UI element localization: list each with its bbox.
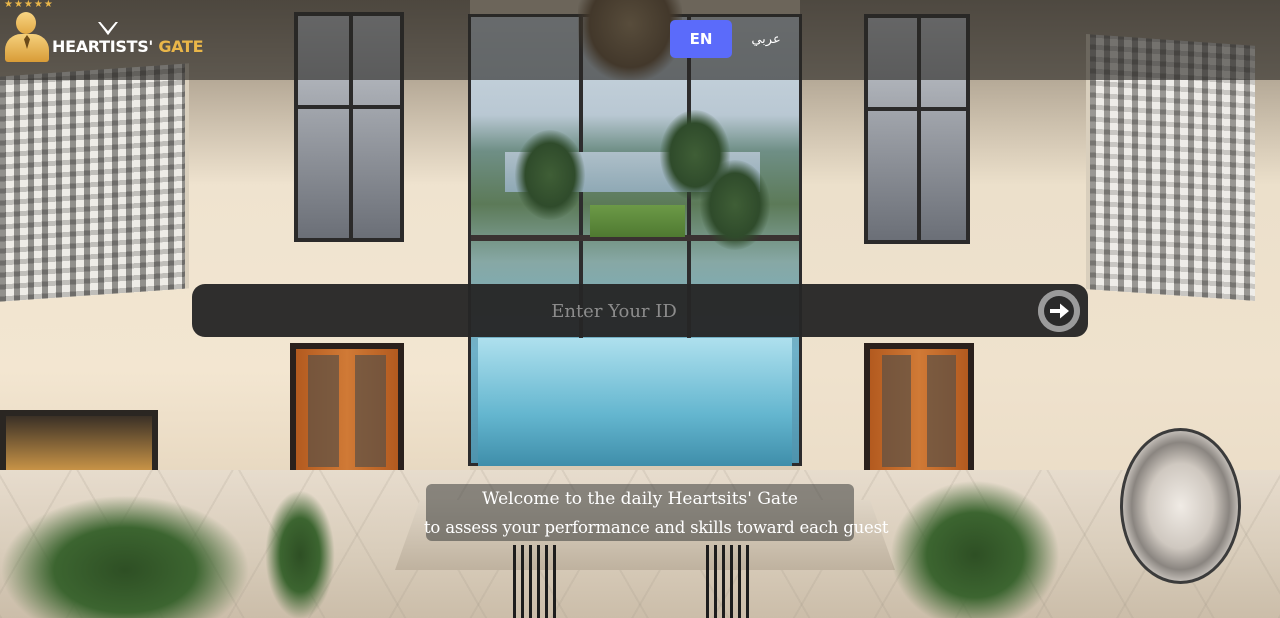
logo-wordmark: HEARTISTS' GATE [52,22,204,56]
logo-text-main: HEARTISTS' [52,37,154,56]
background-door-right [864,343,974,479]
background-plant-right [890,480,1060,618]
welcome-line-2: to assess your performance and skills to… [424,518,889,537]
top-header-bar: ★★★★★ HEARTISTS' GATE EN عربي [0,0,1280,80]
id-input[interactable] [212,292,1016,331]
language-en-button[interactable]: EN [670,20,732,58]
logo-chevron-icon [98,22,118,35]
background-lawn [590,205,685,237]
login-page: ★★★★★ HEARTISTS' GATE EN عربي Welcome to… [0,0,1280,618]
logo-person-icon: ★★★★★ [2,0,53,66]
id-entry-bar [192,284,1088,337]
logo-text-accent: GATE [158,37,204,56]
background-wall-art [1120,428,1241,584]
arrow-right-circle-icon [1038,290,1080,332]
background-door-left [290,343,404,479]
background-lattice-screen-left [0,63,189,302]
welcome-line-1: Welcome to the daily Heartsits' Gate [482,489,798,509]
submit-id-button[interactable] [1038,290,1080,332]
background-pool [478,338,792,466]
welcome-message: Welcome to the daily Heartsits' Gate to … [424,484,889,541]
language-ar-button[interactable]: عربي [746,26,786,52]
brand-logo[interactable]: ★★★★★ HEARTISTS' GATE [2,0,204,66]
